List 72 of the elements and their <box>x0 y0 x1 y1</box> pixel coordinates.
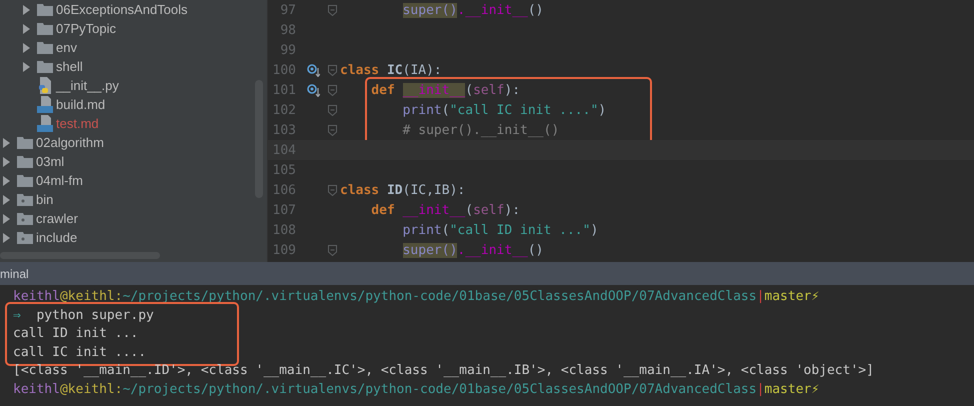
line-number: 103 <box>272 122 296 138</box>
fold-marker-icon[interactable] <box>328 4 337 16</box>
python-file-icon <box>37 77 53 94</box>
line-number: 98 <box>279 22 296 38</box>
code-line: print("call ID init ...") <box>402 222 598 238</box>
tree-item[interactable]: bin <box>36 191 54 208</box>
terminal-line: call IC init .... <box>13 344 146 362</box>
code-line: super().__init__() <box>402 2 544 18</box>
terminal-line: [<class '__main__.ID'>, <class '__main__.IC'>, <class '__main__.IB'>, <class '__main__.IA'>, <class 'object'>] <box>13 362 874 380</box>
line-number: 108 <box>272 222 296 238</box>
folder-icon <box>37 3 53 16</box>
expand-arrow-icon[interactable] <box>2 194 11 204</box>
line-number: 106 <box>272 182 296 198</box>
fold-marker-icon[interactable] <box>328 64 337 76</box>
expand-arrow-icon[interactable] <box>22 62 31 72</box>
folder-icon <box>17 231 33 244</box>
markdown-file-icon <box>37 96 53 113</box>
expand-arrow-icon[interactable] <box>2 176 11 186</box>
terminal-line: call ID init ... <box>13 325 138 343</box>
expand-arrow-icon[interactable] <box>22 4 31 14</box>
line-number: 109 <box>272 242 296 258</box>
fold-marker-icon[interactable] <box>328 84 337 96</box>
folder-icon <box>17 212 33 225</box>
folder-icon <box>17 155 33 168</box>
code-line: print("call IC init ....") <box>402 102 606 118</box>
code-line: # super().__init__() <box>402 122 560 138</box>
line-number: 105 <box>272 162 296 178</box>
code-line: class IC(IA): <box>340 62 442 78</box>
line-number: 100 <box>272 62 296 78</box>
line-number: 97 <box>279 2 296 18</box>
tree-item[interactable]: 02algorithm <box>36 134 104 151</box>
terminal-line: keithl@keithl:~/projects/python/.virtualenvs/python-code/01base/05ClassesAndOOP/07AdvancedClass|master⚡ <box>13 380 820 398</box>
fold-marker-icon[interactable] <box>328 184 337 196</box>
folder-icon <box>17 174 33 187</box>
tree-item[interactable]: shell <box>56 58 83 75</box>
line-number: 101 <box>272 82 296 98</box>
expand-arrow-icon[interactable] <box>2 156 11 166</box>
fold-marker-icon[interactable] <box>328 244 337 256</box>
fold-marker-icon[interactable] <box>328 124 337 136</box>
markdown-file-icon <box>37 115 53 132</box>
override-icon[interactable] <box>307 84 320 96</box>
tree-item[interactable]: crawler <box>36 210 78 227</box>
tree-item[interactable]: 07PyTopic <box>56 20 116 37</box>
expand-arrow-icon[interactable] <box>22 42 31 52</box>
expand-arrow-icon[interactable] <box>2 138 11 148</box>
line-number: 107 <box>272 202 296 218</box>
panel-title: minal <box>0 266 29 280</box>
tree-item[interactable]: __init__.py <box>56 77 119 94</box>
folder-icon <box>17 136 33 149</box>
line-number: 102 <box>272 102 296 118</box>
fold-marker-icon[interactable] <box>328 104 337 116</box>
tree-item[interactable]: 04ml-fm <box>36 172 83 189</box>
expand-arrow-icon[interactable] <box>2 214 11 224</box>
tree-item[interactable]: 03ml <box>36 153 64 170</box>
tree-item[interactable]: build.md <box>56 96 106 113</box>
expand-arrow-icon[interactable] <box>2 232 11 242</box>
tree-item[interactable]: include <box>36 229 78 246</box>
terminal-line: ⇒ python super.py <box>13 306 154 324</box>
folder-icon <box>37 60 53 73</box>
tree-item[interactable]: env <box>56 39 77 56</box>
code-line: super().__init__() <box>402 242 544 258</box>
override-icon[interactable] <box>307 64 320 76</box>
code-line: def __init__(self): <box>371 202 520 218</box>
code-line: class ID(IC,IB): <box>340 182 466 198</box>
tree-item[interactable]: 06ExceptionsAndTools <box>56 1 188 18</box>
folder-icon <box>37 41 53 54</box>
line-number: 99 <box>279 42 296 58</box>
terminal-line: keithl@keithl:~/projects/python/.virtualenvs/python-code/01base/05ClassesAndOOP/07AdvancedClass|master⚡ <box>13 288 820 306</box>
folder-icon <box>37 22 53 35</box>
expand-arrow-icon[interactable] <box>22 24 31 34</box>
code-line: def __init__(self): <box>371 82 520 98</box>
folder-icon <box>17 193 33 206</box>
